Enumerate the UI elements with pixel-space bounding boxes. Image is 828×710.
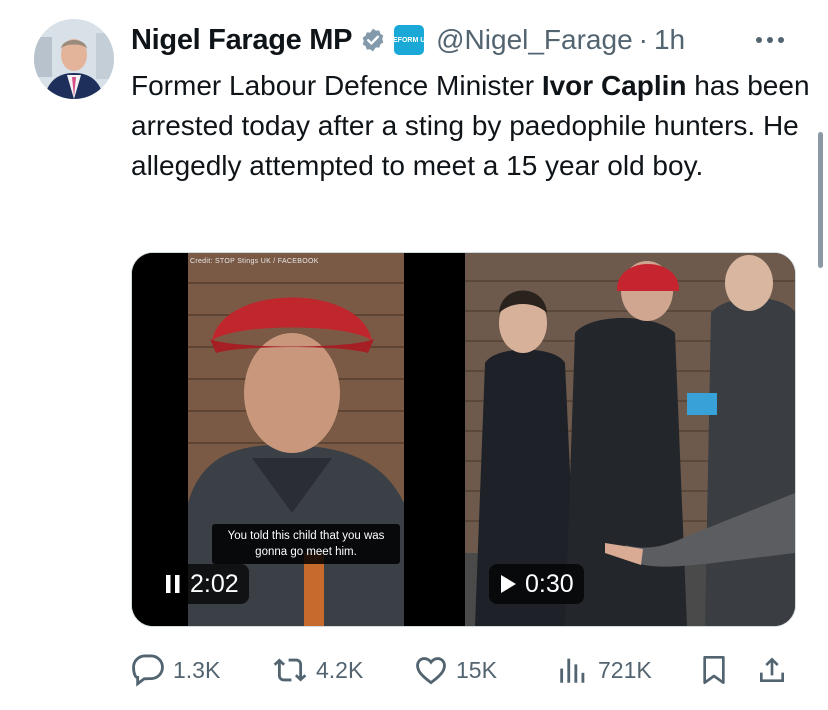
timestamp[interactable]: 1h bbox=[654, 24, 685, 56]
bookmark-button[interactable] bbox=[698, 648, 730, 692]
tweet-text: Former Labour Defence Minister Ivor Capl… bbox=[131, 66, 811, 186]
video-1-duration: 2:02 bbox=[190, 569, 239, 598]
reply-icon bbox=[132, 654, 164, 687]
bookmark-icon bbox=[703, 656, 725, 684]
reply-button[interactable]: 1.3K bbox=[131, 648, 220, 692]
author-handle[interactable]: @Nigel_Farage bbox=[436, 24, 633, 56]
verified-badge-icon bbox=[360, 27, 386, 53]
like-button[interactable]: 15K bbox=[414, 648, 497, 692]
video-2-timer[interactable]: 0:30 bbox=[489, 564, 584, 604]
tweet-text-part: Former Labour Defence Minister bbox=[131, 70, 542, 101]
affiliation-badge-label: REFORM UK bbox=[387, 36, 431, 44]
views-count: 721K bbox=[598, 656, 652, 683]
avatar-image bbox=[34, 19, 114, 99]
separator: · bbox=[638, 24, 648, 55]
video-2[interactable]: 0:30 bbox=[465, 253, 795, 626]
like-count: 15K bbox=[456, 656, 497, 683]
reply-count: 1.3K bbox=[173, 656, 221, 683]
avatar[interactable] bbox=[34, 19, 114, 99]
share-button[interactable] bbox=[756, 648, 788, 692]
video-1[interactable]: Credit: STOP Stings UK / FACEBOOK You to… bbox=[132, 253, 461, 626]
author-name[interactable]: Nigel Farage MP bbox=[131, 24, 352, 57]
scrollbar[interactable] bbox=[818, 132, 823, 268]
tweet-actions: 1.3K 4.2K 15K 721K bbox=[0, 648, 828, 692]
pause-icon bbox=[166, 575, 180, 593]
repost-count: 4.2K bbox=[316, 656, 364, 683]
views-button[interactable]: 721K bbox=[556, 648, 652, 692]
tweet-text-bold: Ivor Caplin bbox=[541, 70, 687, 101]
video-1-timer[interactable]: 2:02 bbox=[154, 564, 249, 604]
heart-icon bbox=[416, 657, 446, 685]
video-caption: You told this child that you was gonna g… bbox=[212, 524, 400, 564]
video-credit: Credit: STOP Stings UK / FACEBOOK bbox=[190, 258, 319, 265]
more-icon bbox=[756, 37, 784, 43]
repost-icon bbox=[273, 658, 307, 682]
share-icon bbox=[760, 657, 784, 682]
repost-button[interactable]: 4.2K bbox=[272, 648, 363, 692]
views-icon bbox=[560, 658, 585, 683]
tweet-header: Nigel Farage MP REFORM UK @Nigel_Farage … bbox=[131, 18, 685, 62]
media-grid: Credit: STOP Stings UK / FACEBOOK You to… bbox=[131, 252, 796, 627]
video-2-duration: 0:30 bbox=[525, 569, 574, 598]
affiliation-badge-icon[interactable]: REFORM UK bbox=[388, 25, 430, 55]
more-options-button[interactable] bbox=[748, 24, 792, 56]
play-icon bbox=[501, 575, 516, 593]
